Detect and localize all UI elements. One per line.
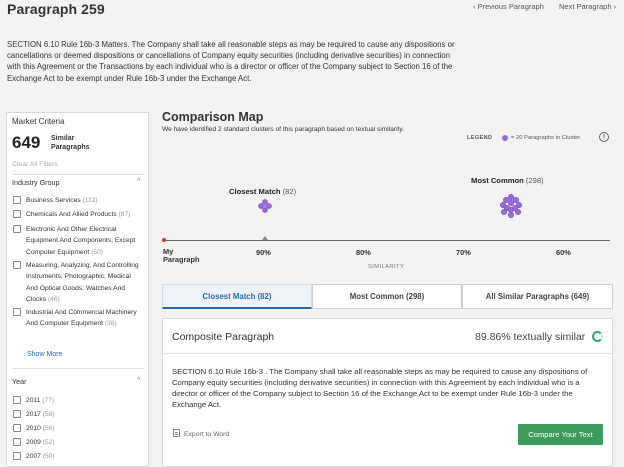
- filter-year-2017[interactable]: 2017 (58): [13, 409, 143, 420]
- legend-text: = 20 Paragraphs in Cluster: [511, 135, 581, 141]
- filter-industry-business-services[interactable]: Business Services (112): [13, 195, 143, 206]
- composite-title: Composite Paragraph: [172, 331, 275, 343]
- closest-match-count: (82): [282, 187, 297, 196]
- filter-count: (52): [42, 439, 55, 446]
- legend-cluster-dot: [502, 135, 508, 141]
- document-icon: [173, 429, 180, 437]
- market-criteria-sidebar: Market Criteria 649 Similar Paragraphs C…: [6, 112, 149, 467]
- filter-count: (87): [118, 211, 131, 218]
- sidebar-heading: Market Criteria: [12, 117, 65, 126]
- show-more-link[interactable]: Show More: [27, 351, 62, 358]
- previous-paragraph-link[interactable]: ‹ Previous Paragraph: [473, 2, 544, 11]
- divider: [12, 174, 144, 175]
- checkbox[interactable]: [13, 210, 21, 218]
- tick-label: 80%: [356, 248, 371, 257]
- comparison-map-subtitle: We have identified 2 standard clusters o…: [162, 126, 405, 133]
- tab-closest-match[interactable]: Closest Match (82): [162, 284, 312, 309]
- checkbox[interactable]: [13, 424, 21, 432]
- next-paragraph-link[interactable]: Next Paragraph ›: [559, 2, 616, 11]
- previous-paragraph-label: Previous Paragraph: [477, 2, 544, 11]
- closest-match-title: Closest Match: [229, 187, 281, 196]
- industry-group-title[interactable]: Industry Group: [12, 178, 60, 187]
- filter-label: 2011: [26, 397, 41, 404]
- my-paragraph-marker: [162, 238, 166, 242]
- chevron-up-icon[interactable]: ^: [137, 377, 140, 384]
- composite-text: SECTION 6.10 Rule 16b-3 . The Company sh…: [172, 367, 588, 410]
- filter-count: (112): [82, 197, 98, 204]
- filter-label: Chemicals And Allied Products: [26, 211, 117, 218]
- most-common-cluster[interactable]: [498, 193, 524, 219]
- filter-label: Measuring, Analyzing, And Controlling In…: [26, 262, 139, 303]
- closest-match-cluster[interactable]: [256, 197, 274, 215]
- closest-match-marker: [262, 236, 268, 240]
- legend-label: LEGEND: [467, 135, 493, 141]
- divider: [12, 368, 144, 369]
- checkbox[interactable]: [13, 261, 21, 269]
- similarity-axis: [164, 240, 610, 241]
- filter-count: (46): [47, 295, 60, 303]
- filter-year-2011[interactable]: 2011 (77): [13, 395, 143, 406]
- checkbox[interactable]: [13, 396, 21, 404]
- most-common-title: Most Common: [471, 176, 524, 185]
- filter-count: (38): [104, 320, 117, 328]
- checkbox[interactable]: [13, 225, 21, 233]
- page-title: Paragraph 259: [7, 1, 105, 17]
- top-bar: Paragraph 259 ‹ Previous Paragraph Next …: [0, 0, 624, 22]
- my-label-line-2: Paragraph: [163, 255, 200, 265]
- my-paragraph-axis-label: My Paragraph: [163, 247, 200, 265]
- filter-label: Business Services: [26, 197, 81, 204]
- next-paragraph-label: Next Paragraph: [559, 2, 612, 11]
- clear-filters-link[interactable]: Clear All Filters: [12, 161, 58, 168]
- similar-count-label: Similar Paragraphs: [51, 135, 90, 151]
- filter-count: (56): [42, 425, 55, 432]
- tab-most-common[interactable]: Most Common (298): [312, 284, 462, 309]
- filter-count: (58): [42, 411, 55, 418]
- checkbox[interactable]: [13, 452, 21, 460]
- closest-match-label: Closest Match (82): [229, 187, 296, 196]
- comparison-map-title: Comparison Map: [162, 110, 264, 124]
- tick-label: 90%: [256, 248, 271, 257]
- filter-label: 2009: [26, 439, 41, 446]
- filter-count: (50): [42, 453, 55, 460]
- paragraph-text: SECTION 6.10 Rule 16b-3 Matters. The Com…: [7, 40, 455, 83]
- composite-paragraph-card: Composite Paragraph 89.86% textually sim…: [162, 318, 613, 467]
- filter-industry-chemicals[interactable]: Chemicals And Allied Products (87): [13, 209, 143, 220]
- most-common-label: Most Common (298): [471, 176, 544, 185]
- chevron-left-icon: ‹: [473, 2, 476, 11]
- export-label: Export to Word: [184, 431, 230, 438]
- filter-count: (50): [91, 248, 103, 256]
- filter-count: (77): [42, 397, 55, 404]
- compare-your-text-button[interactable]: Compare Your Text: [518, 424, 603, 445]
- info-icon[interactable]: i: [599, 132, 609, 142]
- chevron-up-icon[interactable]: ^: [137, 178, 140, 185]
- tick-label: 70%: [456, 248, 471, 257]
- filter-label: Industrial And Commercial Machinery And …: [26, 309, 137, 328]
- filter-label: 2017: [26, 411, 41, 418]
- tick-label: 60%: [556, 248, 571, 257]
- filter-industry-measuring[interactable]: Measuring, Analyzing, And Controlling In…: [13, 260, 143, 305]
- filter-year-2007[interactable]: 2007 (50): [13, 451, 143, 462]
- checkbox[interactable]: [13, 308, 21, 316]
- similarity-ring-icon: [592, 331, 603, 342]
- filter-industry-electronic[interactable]: Electronic And Other Electrical Equipmen…: [13, 224, 143, 258]
- filter-industry-machinery[interactable]: Industrial And Commercial Machinery And …: [13, 307, 143, 330]
- filter-label: Electronic And Other Electrical Equipmen…: [26, 226, 136, 256]
- most-common-count: (298): [525, 176, 544, 185]
- divider: [163, 353, 612, 354]
- filter-label: 2007: [26, 453, 41, 460]
- filter-year-2009[interactable]: 2009 (52): [13, 437, 143, 448]
- tab-bar: Closest Match (82) Most Common (298) All…: [162, 284, 613, 309]
- checkbox[interactable]: [13, 410, 21, 418]
- tab-all-similar[interactable]: All Similar Paragraphs (649): [462, 284, 613, 309]
- filter-year-2010[interactable]: 2010 (56): [13, 423, 143, 434]
- checkbox[interactable]: [13, 196, 21, 204]
- chevron-right-icon: ›: [613, 2, 617, 11]
- year-group-title[interactable]: Year: [12, 377, 27, 386]
- axis-title: SIMILARITY: [368, 264, 405, 270]
- composite-similarity: 89.86% textually similar: [475, 331, 586, 343]
- filter-label: 2010: [26, 425, 41, 432]
- checkbox[interactable]: [13, 438, 21, 446]
- similar-count: 649: [12, 133, 41, 152]
- export-to-word-link[interactable]: Export to Word: [173, 429, 229, 438]
